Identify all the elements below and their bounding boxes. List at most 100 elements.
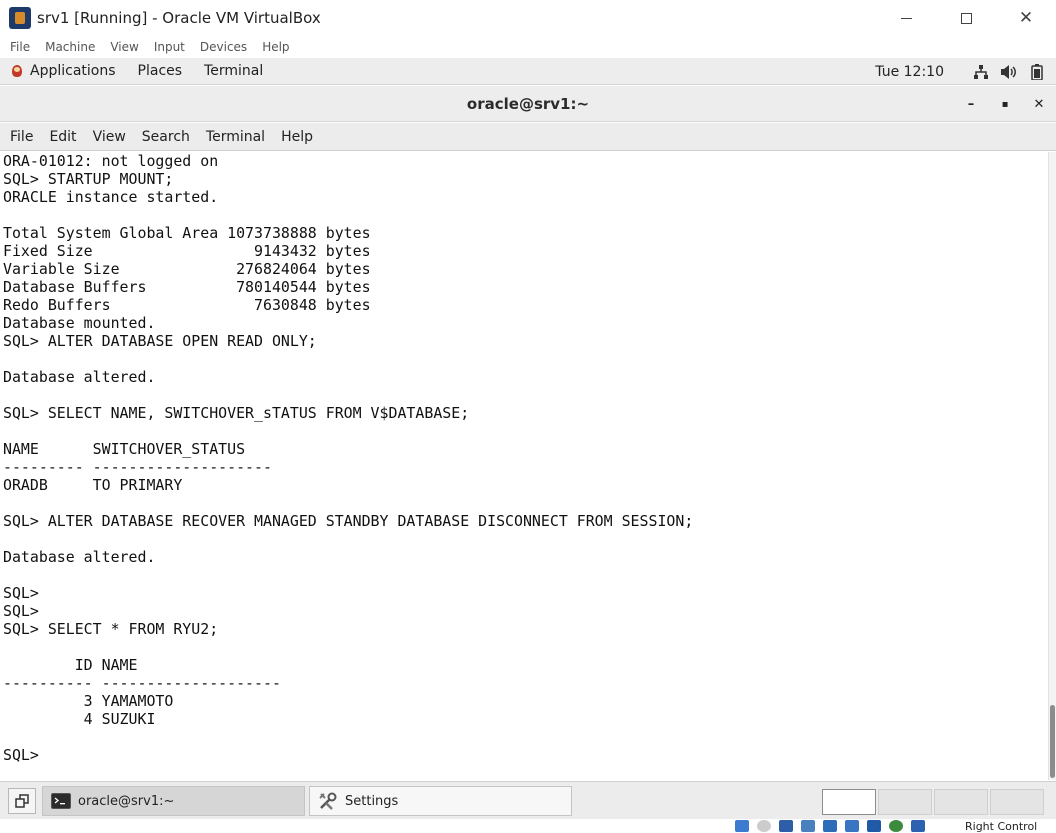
vbox-menu-devices[interactable]: Devices: [200, 40, 247, 54]
terminal-line: SQL> ALTER DATABASE RECOVER MANAGED STAN…: [3, 512, 694, 530]
mouse-integration-icon[interactable]: [911, 820, 925, 832]
virtualbox-app-icon: [9, 7, 31, 29]
terminal-menu-search[interactable]: Search: [142, 129, 190, 145]
terminal-line: SQL>: [3, 584, 39, 602]
host-close-button[interactable]: ✕: [996, 0, 1056, 36]
terminal-maximize-button[interactable]: ▪: [988, 86, 1022, 122]
host-titlebar: srv1 [Running] - Oracle VM VirtualBox ✕: [0, 0, 1056, 36]
recording-icon[interactable]: [889, 820, 903, 832]
terminal-line: SQL>: [3, 602, 39, 620]
terminal-line: --------- --------------------: [3, 458, 272, 476]
terminal-scrollbar-thumb[interactable]: [1050, 705, 1055, 778]
terminal-line: ---------- --------------------: [3, 674, 281, 692]
terminal-line: 4 SUZUKI: [3, 710, 156, 728]
network-icon[interactable]: [972, 64, 990, 80]
maximize-icon: [960, 12, 972, 24]
battery-icon[interactable]: [1028, 63, 1046, 80]
terminal-line: ORACLE instance started.: [3, 188, 219, 206]
vbox-menu-help[interactable]: Help: [262, 40, 289, 54]
minimize-icon: –: [967, 96, 975, 112]
panel-terminal-menu[interactable]: Terminal: [204, 63, 263, 79]
taskbar-item-settings[interactable]: Settings: [309, 786, 572, 816]
network-adapter-icon[interactable]: [801, 820, 815, 832]
terminal-line: Database altered.: [3, 548, 156, 566]
terminal-line: SQL> SELECT NAME, SWITCHOVER_sTATUS FROM…: [3, 404, 470, 422]
panel-clock[interactable]: Tue 12:10: [875, 64, 944, 80]
terminal-window-title: oracle@srv1:~: [466, 95, 590, 113]
taskbar-item-label: Settings: [345, 793, 399, 809]
vbox-menu-machine[interactable]: Machine: [45, 40, 95, 54]
host-maximize-button[interactable]: [936, 0, 996, 36]
usb-icon[interactable]: [823, 820, 837, 832]
terminal-line: ORADB TO PRIMARY: [3, 476, 183, 494]
terminal-minimize-button[interactable]: –: [954, 86, 988, 122]
shared-folders-icon[interactable]: [845, 820, 859, 832]
terminal-menu-edit[interactable]: Edit: [49, 129, 76, 145]
vbox-statusbar: Right Control: [0, 819, 1056, 833]
host-window-title: srv1 [Running] - Oracle VM VirtualBox: [37, 9, 321, 27]
vbox-menu-input[interactable]: Input: [154, 40, 185, 54]
terminal-line: 3 YAMAMOTO: [3, 692, 174, 710]
vbox-menu-file[interactable]: File: [10, 40, 30, 54]
terminal-menu-help[interactable]: Help: [281, 129, 313, 145]
guest-top-panel: Applications Places Terminal Tue 12:10: [0, 58, 1056, 85]
host-minimize-button[interactable]: [876, 0, 936, 36]
terminal-menubar: File Edit View Search Terminal Help: [0, 123, 1056, 151]
host-window-controls: ✕: [876, 0, 1056, 36]
workspace-2[interactable]: [878, 789, 932, 815]
terminal-line: Database mounted.: [3, 314, 156, 332]
terminal-line: Redo Buffers 7630848 bytes: [3, 296, 371, 314]
workspace-1[interactable]: [822, 789, 876, 815]
terminal-icon: [51, 793, 71, 809]
vbox-status-icons: [735, 820, 933, 832]
panel-status-area: Tue 12:10: [875, 58, 1046, 85]
harddisk-icon[interactable]: [735, 820, 749, 832]
terminal-menu-terminal[interactable]: Terminal: [206, 129, 265, 145]
taskbar-item-terminal[interactable]: oracle@srv1:~: [42, 786, 305, 816]
optical-drive-icon[interactable]: [757, 820, 771, 832]
workspace-3[interactable]: [934, 789, 988, 815]
terminal-close-button[interactable]: ✕: [1022, 86, 1056, 122]
terminal-scrollbar[interactable]: [1048, 152, 1056, 780]
panel-places-menu[interactable]: Places: [138, 63, 183, 79]
terminal-line: SQL> STARTUP MOUNT;: [3, 170, 174, 188]
bottom-taskbar: oracle@srv1:~ Settings: [0, 781, 1056, 819]
panel-applications-menu[interactable]: Applications: [30, 63, 116, 79]
terminal-line: NAME SWITCHOVER_STATUS: [3, 440, 246, 458]
workspace-4[interactable]: [990, 789, 1044, 815]
vbox-menu-view[interactable]: View: [110, 40, 138, 54]
terminal-menu-file[interactable]: File: [10, 129, 33, 145]
audio-icon[interactable]: [779, 820, 793, 832]
terminal-line: ID NAME: [3, 656, 138, 674]
host-key-label: Right Control: [965, 820, 1038, 833]
close-icon: ✕: [1018, 8, 1034, 28]
terminal-line: ORA-01012: not logged on: [3, 152, 219, 170]
terminal-line: Total System Global Area 1073738888 byte…: [3, 224, 371, 242]
show-desktop-icon: [15, 794, 29, 808]
maximize-icon: ▪: [1001, 98, 1009, 110]
terminal-titlebar: oracle@srv1:~ – ▪ ✕: [0, 86, 1056, 122]
terminal-output[interactable]: ORA-01012: not logged on SQL> STARTUP MO…: [0, 152, 1048, 780]
terminal-line: Variable Size 276824064 bytes: [3, 260, 371, 278]
vbox-menubar: File Machine View Input Devices Help: [0, 36, 1056, 58]
volume-icon[interactable]: [1000, 64, 1018, 80]
show-desktop-button[interactable]: [8, 788, 36, 814]
terminal-prompt-line: SQL>: [3, 746, 39, 764]
terminal-line: Database Buffers 780140544 bytes: [3, 278, 371, 296]
applications-icon: [12, 65, 22, 77]
terminal-line: Fixed Size 9143432 bytes: [3, 242, 371, 260]
display-icon[interactable]: [867, 820, 881, 832]
terminal-line: SQL> SELECT * FROM RYU2;: [3, 620, 219, 638]
taskbar-item-label: oracle@srv1:~: [78, 793, 175, 809]
terminal-line: Database altered.: [3, 368, 156, 386]
terminal-menu-view[interactable]: View: [93, 129, 126, 145]
